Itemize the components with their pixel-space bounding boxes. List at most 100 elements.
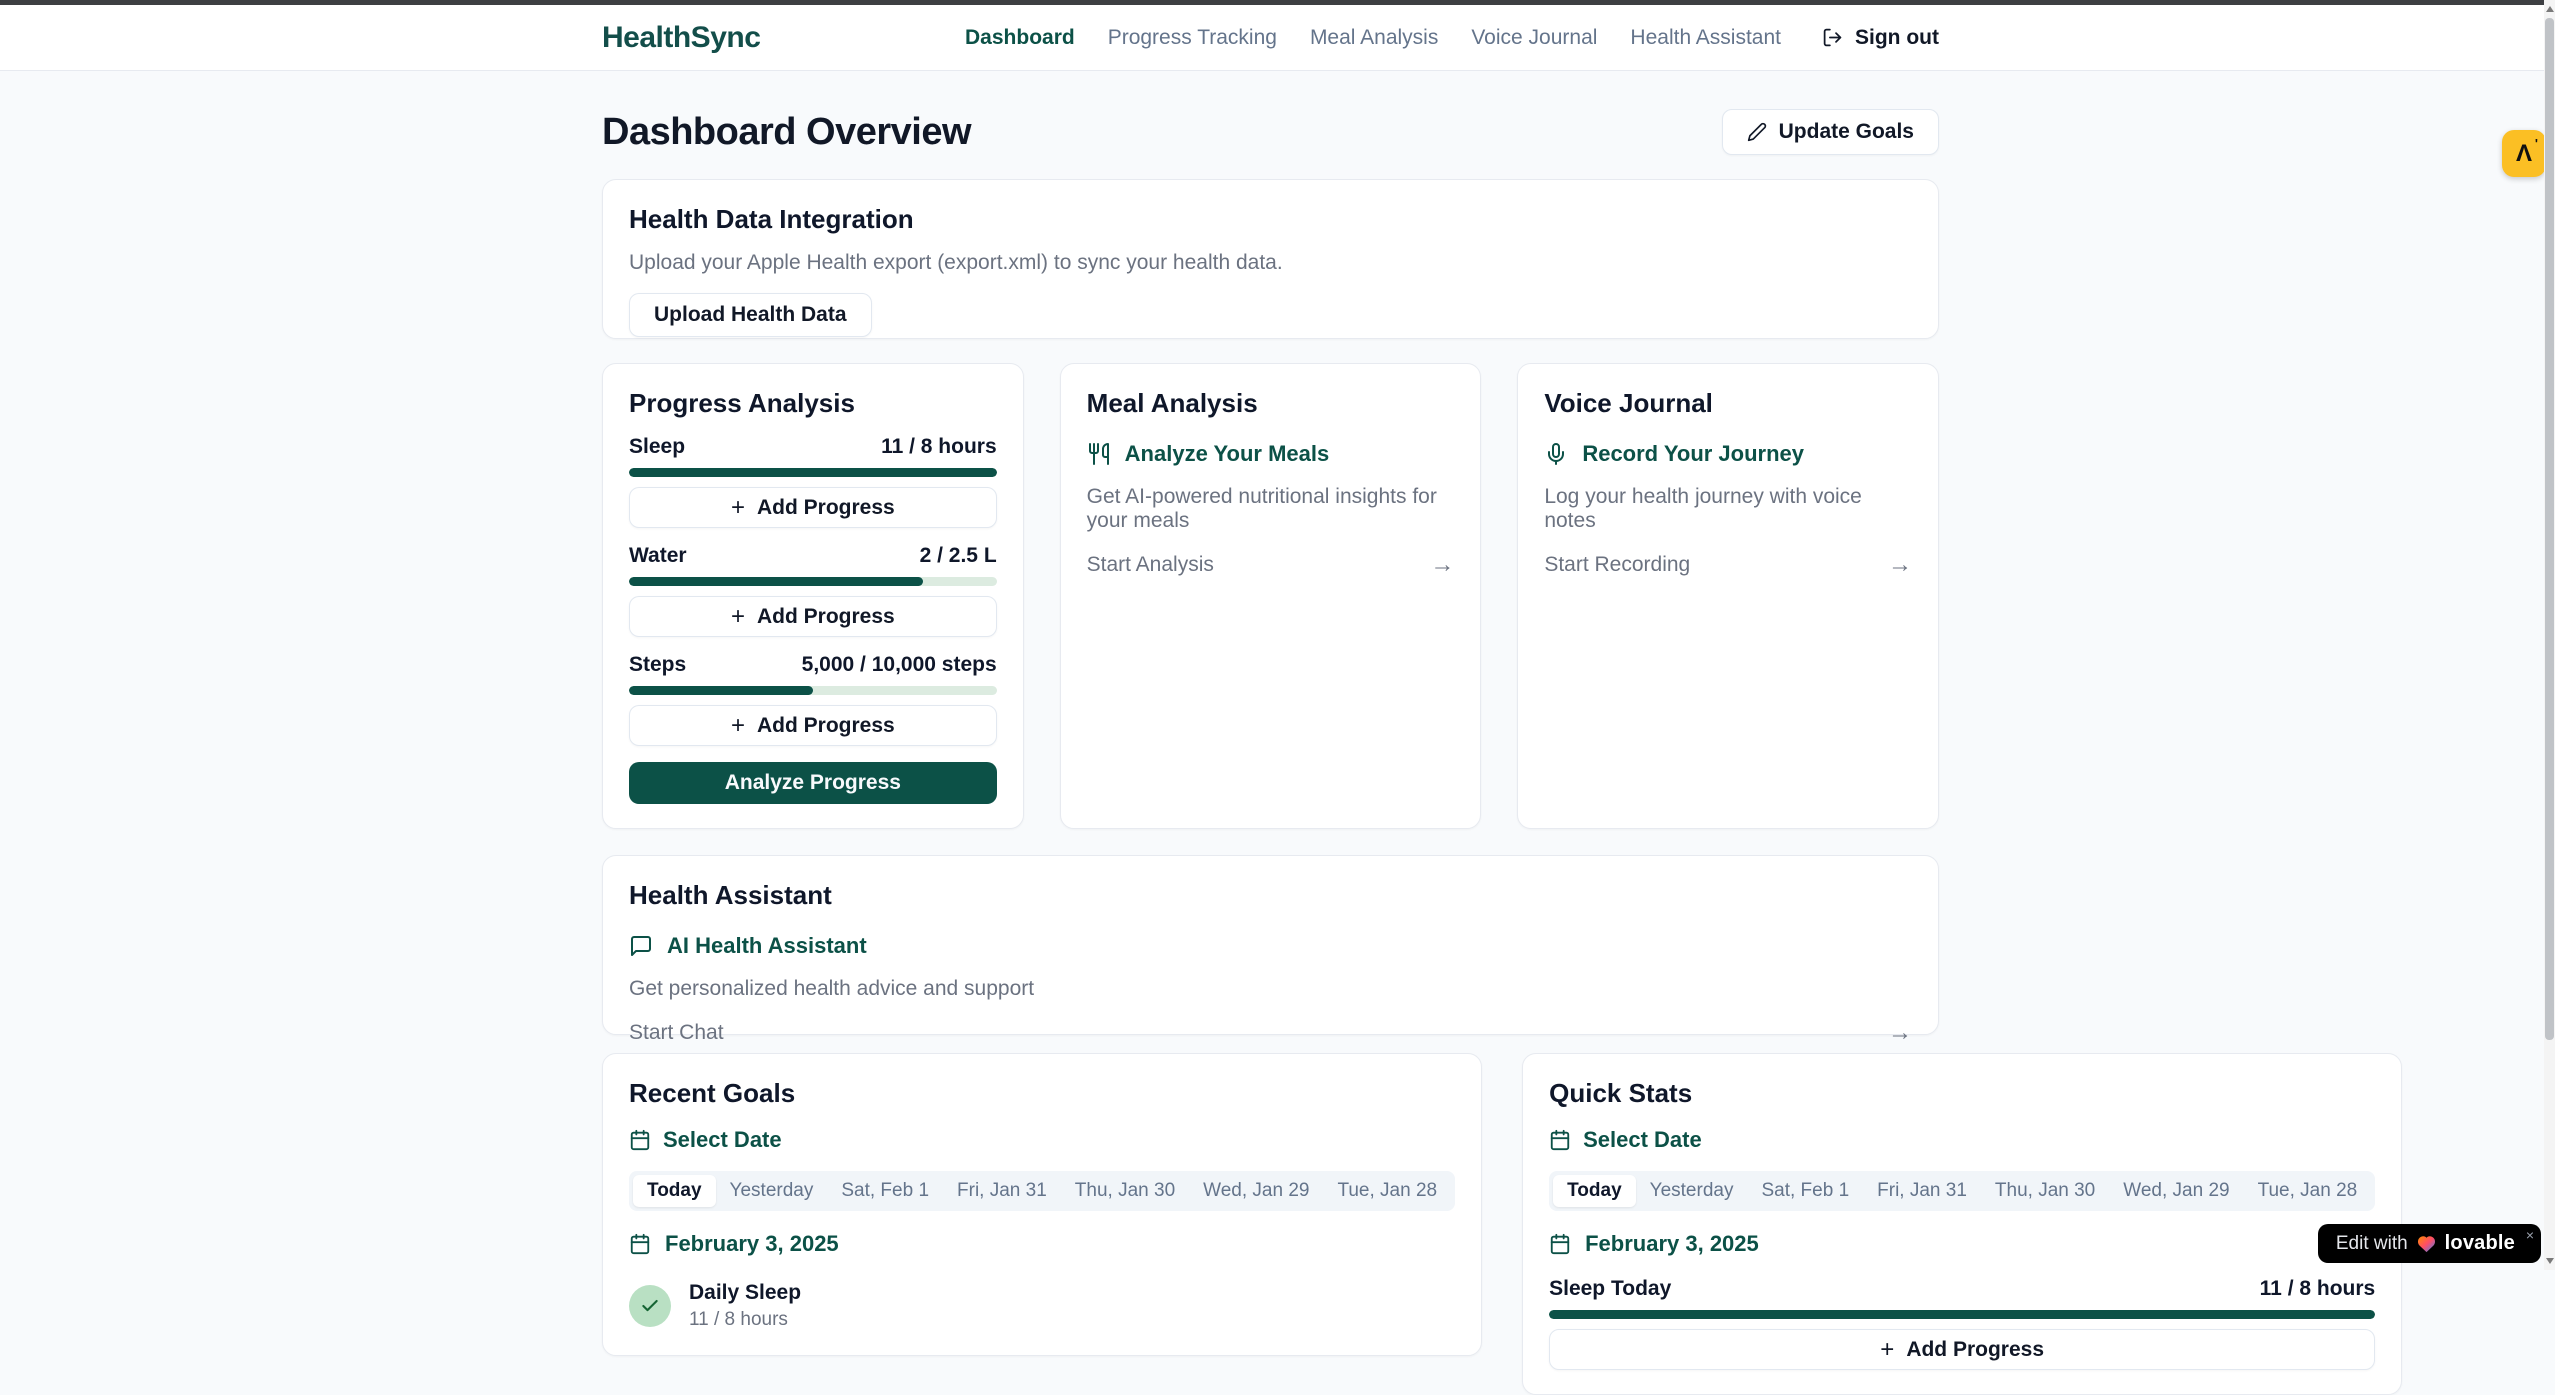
progress-analysis-card: Progress Analysis Sleep 11 / 8 hours + A…: [602, 363, 1024, 829]
date-tab-today[interactable]: Today: [633, 1175, 716, 1207]
start-analysis-label: Start Analysis: [1087, 553, 1214, 577]
record-your-journey-label: Record Your Journey: [1582, 441, 1804, 467]
select-date-label: Select Date: [1583, 1127, 1702, 1153]
main-nav: Dashboard Progress Tracking Meal Analysi…: [965, 26, 1939, 50]
calendar-icon: [1549, 1233, 1571, 1255]
quick-stats-title: Quick Stats: [1549, 1078, 2375, 1109]
water-progress-bar: [629, 577, 997, 586]
metric-sleep: Sleep 11 / 8 hours + Add Progress: [629, 435, 997, 528]
date-tab-yesterday[interactable]: Yesterday: [1636, 1175, 1748, 1207]
quick-stats-card: Quick Stats Select Date Today Yesterday …: [1522, 1053, 2402, 1395]
arrow-right-icon: →: [1888, 551, 1912, 579]
quick-stats-add-progress-button[interactable]: + Add Progress: [1549, 1329, 2375, 1370]
date-tab-sat-feb-1[interactable]: Sat, Feb 1: [1747, 1175, 1863, 1207]
meal-analysis-description: Get AI-powered nutritional insights for …: [1087, 485, 1455, 533]
selected-date-label: February 3, 2025: [665, 1231, 839, 1257]
goal-item-daily-sleep: Daily Sleep 11 / 8 hours: [629, 1281, 1455, 1331]
widget-fab-button[interactable]: Λ: [2502, 130, 2546, 177]
plus-icon: +: [1880, 1338, 1894, 1362]
steps-progress-bar: [629, 686, 997, 695]
fab-logo-icon: Λ: [2516, 140, 2532, 168]
recent-goals-card: Recent Goals Select Date Today Yesterday…: [602, 1053, 1482, 1356]
app-logo[interactable]: HealthSync: [602, 21, 760, 55]
upload-health-data-button[interactable]: Upload Health Data: [629, 293, 872, 337]
analyze-progress-button[interactable]: Analyze Progress: [629, 762, 997, 804]
edit-with-label: Edit with: [2336, 1233, 2408, 1255]
start-analysis-link[interactable]: Start Analysis →: [1087, 551, 1455, 579]
start-recording-label: Start Recording: [1544, 553, 1690, 577]
date-tab-yesterday[interactable]: Yesterday: [716, 1175, 828, 1207]
metric-water-value: 2 / 2.5 L: [920, 544, 997, 568]
record-your-journey-link[interactable]: Record Your Journey: [1544, 441, 1912, 467]
metric-steps-value: 5,000 / 10,000 steps: [802, 653, 997, 677]
date-tab-fri-jan-31[interactable]: Fri, Jan 31: [1863, 1175, 1981, 1207]
plus-icon: +: [731, 714, 745, 738]
microphone-icon: [1544, 442, 1568, 466]
app-header: HealthSync Dashboard Progress Tracking M…: [0, 5, 2544, 71]
date-tab-wed-jan-29[interactable]: Wed, Jan 29: [1189, 1175, 1323, 1207]
ai-health-assistant-label: AI Health Assistant: [667, 933, 867, 959]
meal-analysis-card: Meal Analysis Analyze Your Meals Get AI-…: [1060, 363, 1482, 829]
scrollbar-up-arrow[interactable]: [2544, 2, 2555, 16]
selected-date-label: February 3, 2025: [1585, 1231, 1759, 1257]
date-tab-thu-jan-30[interactable]: Thu, Jan 30: [1981, 1175, 2109, 1207]
health-assistant-description: Get personalized health advice and suppo…: [629, 977, 1912, 1001]
plus-icon: +: [731, 496, 745, 520]
health-assistant-card: Health Assistant AI Health Assistant Get…: [602, 855, 1939, 1035]
recent-goals-selected-date: February 3, 2025: [629, 1231, 1455, 1257]
goal-name: Daily Sleep: [689, 1281, 801, 1305]
add-progress-label: Add Progress: [757, 605, 895, 629]
select-date-label: Select Date: [663, 1127, 782, 1153]
add-progress-label: Add Progress: [757, 714, 895, 738]
goal-complete-check-icon: [629, 1285, 671, 1327]
recent-goals-select-date[interactable]: Select Date: [629, 1127, 1455, 1153]
analyze-your-meals-link[interactable]: Analyze Your Meals: [1087, 441, 1455, 467]
page-title: Dashboard Overview: [602, 111, 971, 154]
arrow-right-icon: →: [1430, 551, 1454, 579]
add-progress-steps-button[interactable]: + Add Progress: [629, 705, 997, 746]
pencil-icon: [1747, 122, 1767, 142]
arrow-right-icon: →: [1888, 1019, 1912, 1047]
signout-button[interactable]: Sign out: [1822, 26, 1939, 50]
metric-sleep-value: 11 / 8 hours: [881, 435, 997, 459]
metric-steps-label: Steps: [629, 653, 686, 677]
date-tab-tue-jan-28[interactable]: Tue, Jan 28: [1323, 1175, 1451, 1207]
start-recording-link[interactable]: Start Recording →: [1544, 551, 1912, 579]
voice-journal-title: Voice Journal: [1544, 388, 1912, 419]
date-tab-tue-jan-28[interactable]: Tue, Jan 28: [2244, 1175, 2372, 1207]
recent-goals-title: Recent Goals: [629, 1078, 1455, 1109]
add-progress-sleep-button[interactable]: + Add Progress: [629, 487, 997, 528]
health-assistant-title: Health Assistant: [629, 880, 1912, 911]
scrollbar-down-arrow[interactable]: [2544, 1254, 2555, 1268]
edit-with-lovable-badge[interactable]: Edit with lovable ×: [2318, 1224, 2541, 1263]
lovable-brand-label: lovable: [2445, 1232, 2515, 1255]
hdi-description: Upload your Apple Health export (export.…: [629, 251, 1912, 275]
date-tab-wed-jan-29[interactable]: Wed, Jan 29: [2109, 1175, 2243, 1207]
calendar-icon: [629, 1233, 651, 1255]
nav-dashboard[interactable]: Dashboard: [965, 26, 1075, 50]
date-tab-today[interactable]: Today: [1553, 1175, 1636, 1207]
logout-icon: [1822, 27, 1843, 48]
date-tab-sat-feb-1[interactable]: Sat, Feb 1: [827, 1175, 943, 1207]
nav-voice-journal[interactable]: Voice Journal: [1471, 26, 1597, 50]
badge-close-icon[interactable]: ×: [2526, 1228, 2534, 1242]
browser-scrollbar[interactable]: [2544, 0, 2555, 1270]
metric-steps: Steps 5,000 / 10,000 steps + Add Progres…: [629, 653, 997, 746]
nav-meal-analysis[interactable]: Meal Analysis: [1310, 26, 1438, 50]
recent-goals-date-tabs: Today Yesterday Sat, Feb 1 Fri, Jan 31 T…: [629, 1171, 1455, 1211]
sleep-today-value: 11 / 8 hours: [2260, 1277, 2376, 1301]
date-tab-thu-jan-30[interactable]: Thu, Jan 30: [1061, 1175, 1189, 1207]
date-tab-fri-jan-31[interactable]: Fri, Jan 31: [943, 1175, 1061, 1207]
dashboard-main: Dashboard Overview Update Goals Health D…: [602, 71, 1939, 1395]
update-goals-button[interactable]: Update Goals: [1722, 109, 1939, 155]
ai-health-assistant-link[interactable]: AI Health Assistant: [629, 933, 1912, 959]
metric-water-label: Water: [629, 544, 687, 568]
scrollbar-thumb[interactable]: [2545, 18, 2554, 1040]
heart-gradient-icon: [2416, 1234, 2437, 1253]
quick-stats-date-tabs: Today Yesterday Sat, Feb 1 Fri, Jan 31 T…: [1549, 1171, 2375, 1211]
nav-health-assistant[interactable]: Health Assistant: [1630, 26, 1781, 50]
start-chat-link[interactable]: Start Chat →: [629, 1019, 1912, 1047]
add-progress-water-button[interactable]: + Add Progress: [629, 596, 997, 637]
quick-stats-select-date[interactable]: Select Date: [1549, 1127, 2375, 1153]
nav-progress-tracking[interactable]: Progress Tracking: [1108, 26, 1277, 50]
